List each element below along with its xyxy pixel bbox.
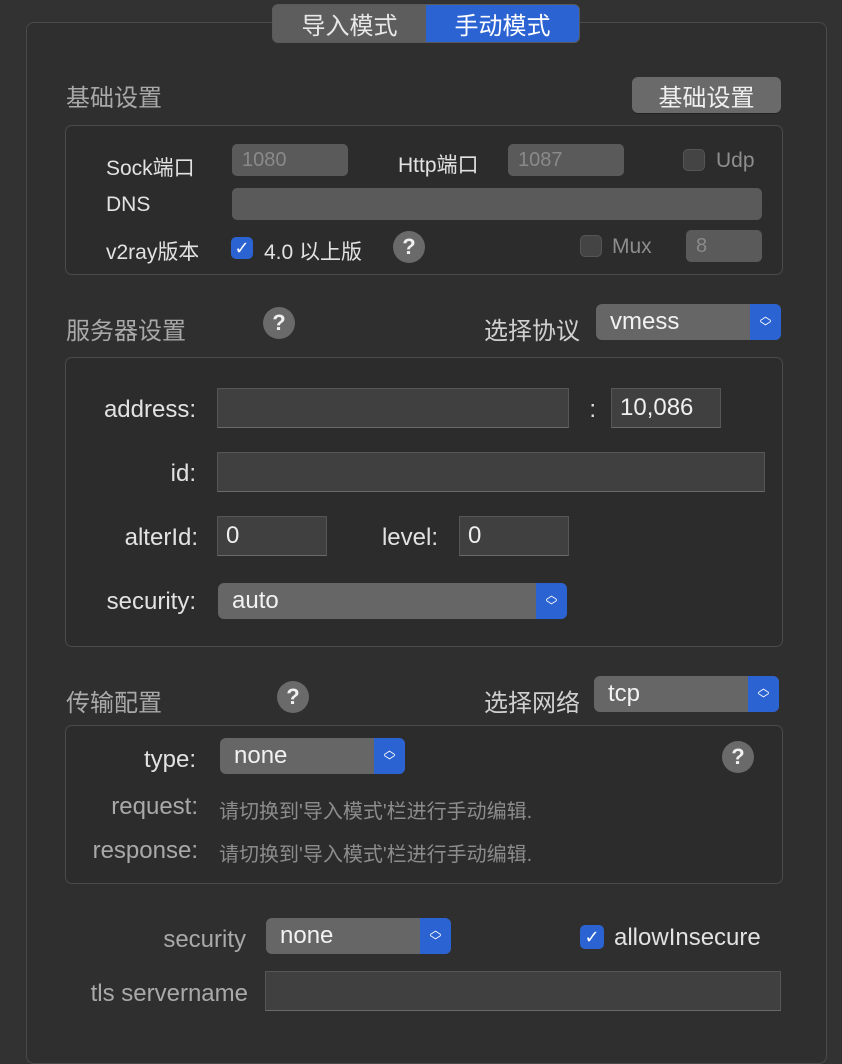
basic-settings-button[interactable]: 基础设置 [632, 77, 781, 113]
alterid-label: alterId: [124, 524, 198, 551]
response-label: response: [92, 837, 198, 864]
level-label: level: [381, 524, 438, 551]
allow-insecure-label: allowInsecure [614, 924, 761, 951]
v2ray-version-label: v2ray版本 [106, 241, 198, 264]
type-select[interactable]: none ︿ ﹀ [220, 738, 405, 774]
tls-security-select[interactable]: none ︿ ﹀ [266, 918, 451, 954]
sock-port-field: 1080 [232, 144, 348, 176]
server-help-button[interactable]: ? [263, 307, 295, 339]
level-input[interactable]: 0 [459, 516, 569, 556]
transport-help-button[interactable]: ? [277, 681, 309, 713]
mux-checkbox [580, 235, 602, 257]
type-select-value: none [234, 742, 288, 769]
request-hint: 请切换到'导入模式'栏进行手动编辑. [219, 801, 533, 823]
tls-security-select-value: none [280, 922, 334, 949]
chevron-updown-icon: ︿ ﹀ [750, 304, 781, 340]
udp-label: Udp [716, 149, 755, 172]
security-label: security: [106, 588, 196, 615]
security-select-value: auto [232, 587, 279, 614]
network-select[interactable]: tcp ︿ ﹀ [594, 676, 779, 712]
http-port-label: Http端口 [398, 154, 479, 177]
server-settings-title: 服务器设置 [66, 318, 186, 345]
tls-servername-input[interactable] [265, 971, 781, 1011]
mux-label: Mux [612, 235, 652, 258]
type-help-button[interactable]: ? [722, 741, 754, 773]
v2ray-version-checkbox[interactable]: ✓ [231, 237, 253, 259]
udp-checkbox [683, 149, 705, 171]
chevron-updown-icon: ︿ ﹀ [748, 676, 779, 712]
request-label: request: [111, 793, 198, 820]
basic-settings-title: 基础设置 [66, 85, 162, 112]
id-input[interactable] [217, 452, 765, 492]
tls-security-label: security [163, 926, 246, 953]
v2ray-help-button[interactable]: ? [393, 231, 425, 263]
sock-port-label: Sock端口 [106, 157, 195, 180]
address-label: address: [103, 396, 196, 423]
id-label: id: [170, 460, 196, 487]
network-label: 选择网络 [484, 690, 580, 717]
type-label: type: [143, 746, 196, 773]
response-hint: 请切换到'导入模式'栏进行手动编辑. [219, 844, 533, 866]
protocol-select-value: vmess [610, 308, 680, 335]
tls-servername-label: tls servername [90, 980, 248, 1007]
protocol-label: 选择协议 [484, 318, 580, 345]
tab-import-mode[interactable]: 导入模式 [273, 5, 426, 42]
chevron-updown-icon: ︿ ﹀ [536, 583, 567, 619]
alterid-input[interactable]: 0 [217, 516, 327, 556]
address-input[interactable] [217, 388, 569, 428]
transport-title: 传输配置 [66, 690, 162, 717]
chevron-updown-icon: ︿ ﹀ [420, 918, 451, 954]
port-input[interactable]: 10,086 [611, 388, 721, 428]
protocol-select[interactable]: vmess ︿ ﹀ [596, 304, 781, 340]
mux-field: 8 [686, 230, 762, 262]
security-select[interactable]: auto ︿ ﹀ [218, 583, 567, 619]
allow-insecure-checkbox[interactable]: ✓ [580, 925, 604, 949]
chevron-updown-icon: ︿ ﹀ [374, 738, 405, 774]
v2ray-version-check-label: 4.0 以上版 [264, 241, 363, 264]
port-separator: : [589, 396, 596, 423]
dns-field[interactable] [232, 188, 762, 220]
tab-manual-mode[interactable]: 手动模式 [426, 5, 579, 42]
http-port-field: 1087 [508, 144, 624, 176]
network-select-value: tcp [608, 680, 641, 707]
dns-label: DNS [106, 193, 151, 216]
mode-segmented-control[interactable]: 导入模式 手动模式 [272, 4, 580, 43]
